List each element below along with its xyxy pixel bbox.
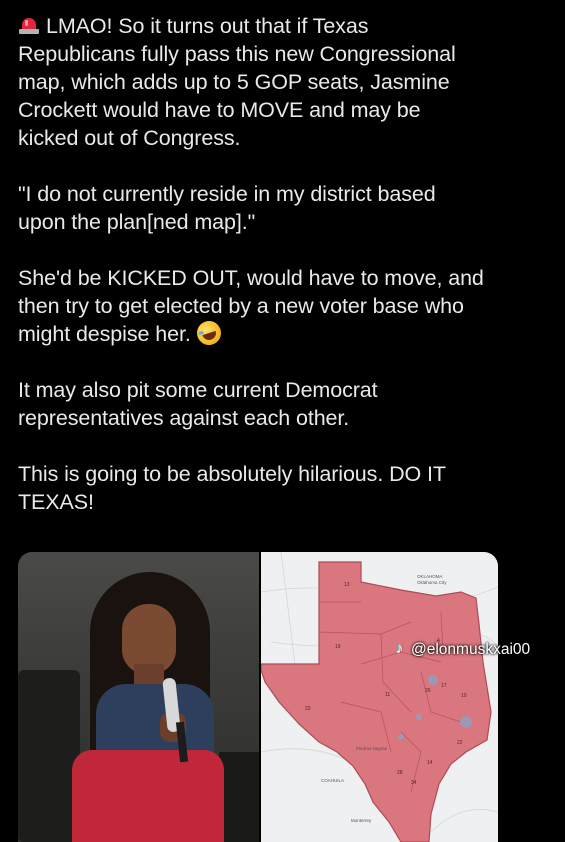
district-label: 11 bbox=[385, 692, 390, 698]
post-line: "I do not currently reside in my distric… bbox=[18, 182, 436, 206]
post-paragraph-2: "I do not currently reside in my distric… bbox=[18, 180, 558, 236]
post-line: kicked out of Congress. bbox=[18, 126, 241, 150]
post-line: map, which adds up to 5 GOP seats, Jasmi… bbox=[18, 70, 450, 94]
map-label-oklahoma: OKLAHOMA bbox=[417, 574, 443, 579]
map-label-piedras: Piedras Negras bbox=[356, 746, 388, 751]
post-line: then try to get elected by a new voter b… bbox=[18, 294, 464, 318]
media-grid: OKLAHOMA Oklahoma City COAHUILA Monterre… bbox=[18, 552, 498, 842]
photo-jasmine-crockett[interactable] bbox=[18, 552, 259, 842]
district-label: 26 bbox=[425, 688, 431, 694]
post-line: might despise her. bbox=[18, 322, 191, 346]
district-label: 23 bbox=[305, 706, 311, 712]
post-paragraph-3: She'd be KICKED OUT, would have to move,… bbox=[18, 264, 558, 349]
post-line: LMAO! So it turns out that if Texas bbox=[46, 14, 369, 38]
post-line: This is going to be absolutely hilarious… bbox=[18, 462, 446, 486]
police-light-icon bbox=[18, 15, 40, 35]
texas-district-map[interactable]: OKLAHOMA Oklahoma City COAHUILA Monterre… bbox=[261, 552, 498, 842]
map-label-monterrey: Monterrey bbox=[351, 818, 372, 823]
post-line: She'd be KICKED OUT, would have to move,… bbox=[18, 266, 484, 290]
post-line: Crockett would have to MOVE and may be bbox=[18, 98, 421, 122]
rolling-on-floor-laughing-icon bbox=[193, 317, 224, 349]
district-label: 19 bbox=[335, 644, 341, 650]
post-paragraph-4: It may also pit some current Democrat rep… bbox=[18, 376, 558, 432]
post-line: upon the plan[ned map]." bbox=[18, 210, 256, 234]
map-label-okc: Oklahoma City bbox=[417, 580, 447, 585]
texas-shape bbox=[261, 561, 492, 842]
watermark-handle: @elonmuskxai00 bbox=[411, 641, 531, 658]
tiktok-icon bbox=[396, 640, 408, 658]
map-label-coahuila: COAHUILA bbox=[321, 778, 344, 783]
district-label: 13 bbox=[344, 582, 350, 588]
district-label: 17 bbox=[441, 683, 447, 689]
post-line: It may also pit some current Democrat bbox=[18, 378, 378, 402]
district-label: 22 bbox=[457, 740, 463, 746]
post-line: TEXAS! bbox=[18, 490, 94, 514]
tiktok-watermark: @elonmuskxai00 bbox=[396, 640, 531, 659]
district-label: 10 bbox=[461, 693, 467, 699]
post-paragraph-1: LMAO! So it turns out that if Texas Repub… bbox=[18, 12, 558, 152]
post-body: LMAO! So it turns out that if Texas Repub… bbox=[18, 12, 558, 544]
district-label: 28 bbox=[397, 770, 403, 776]
post-line: representatives against each other. bbox=[18, 406, 350, 430]
map-graphic: OKLAHOMA Oklahoma City COAHUILA Monterre… bbox=[261, 552, 498, 842]
district-label: 14 bbox=[427, 760, 433, 766]
district-label: 34 bbox=[411, 780, 417, 786]
post-line: Republicans fully pass this new Congress… bbox=[18, 42, 456, 66]
post-paragraph-5: This is going to be absolutely hilarious… bbox=[18, 460, 558, 516]
